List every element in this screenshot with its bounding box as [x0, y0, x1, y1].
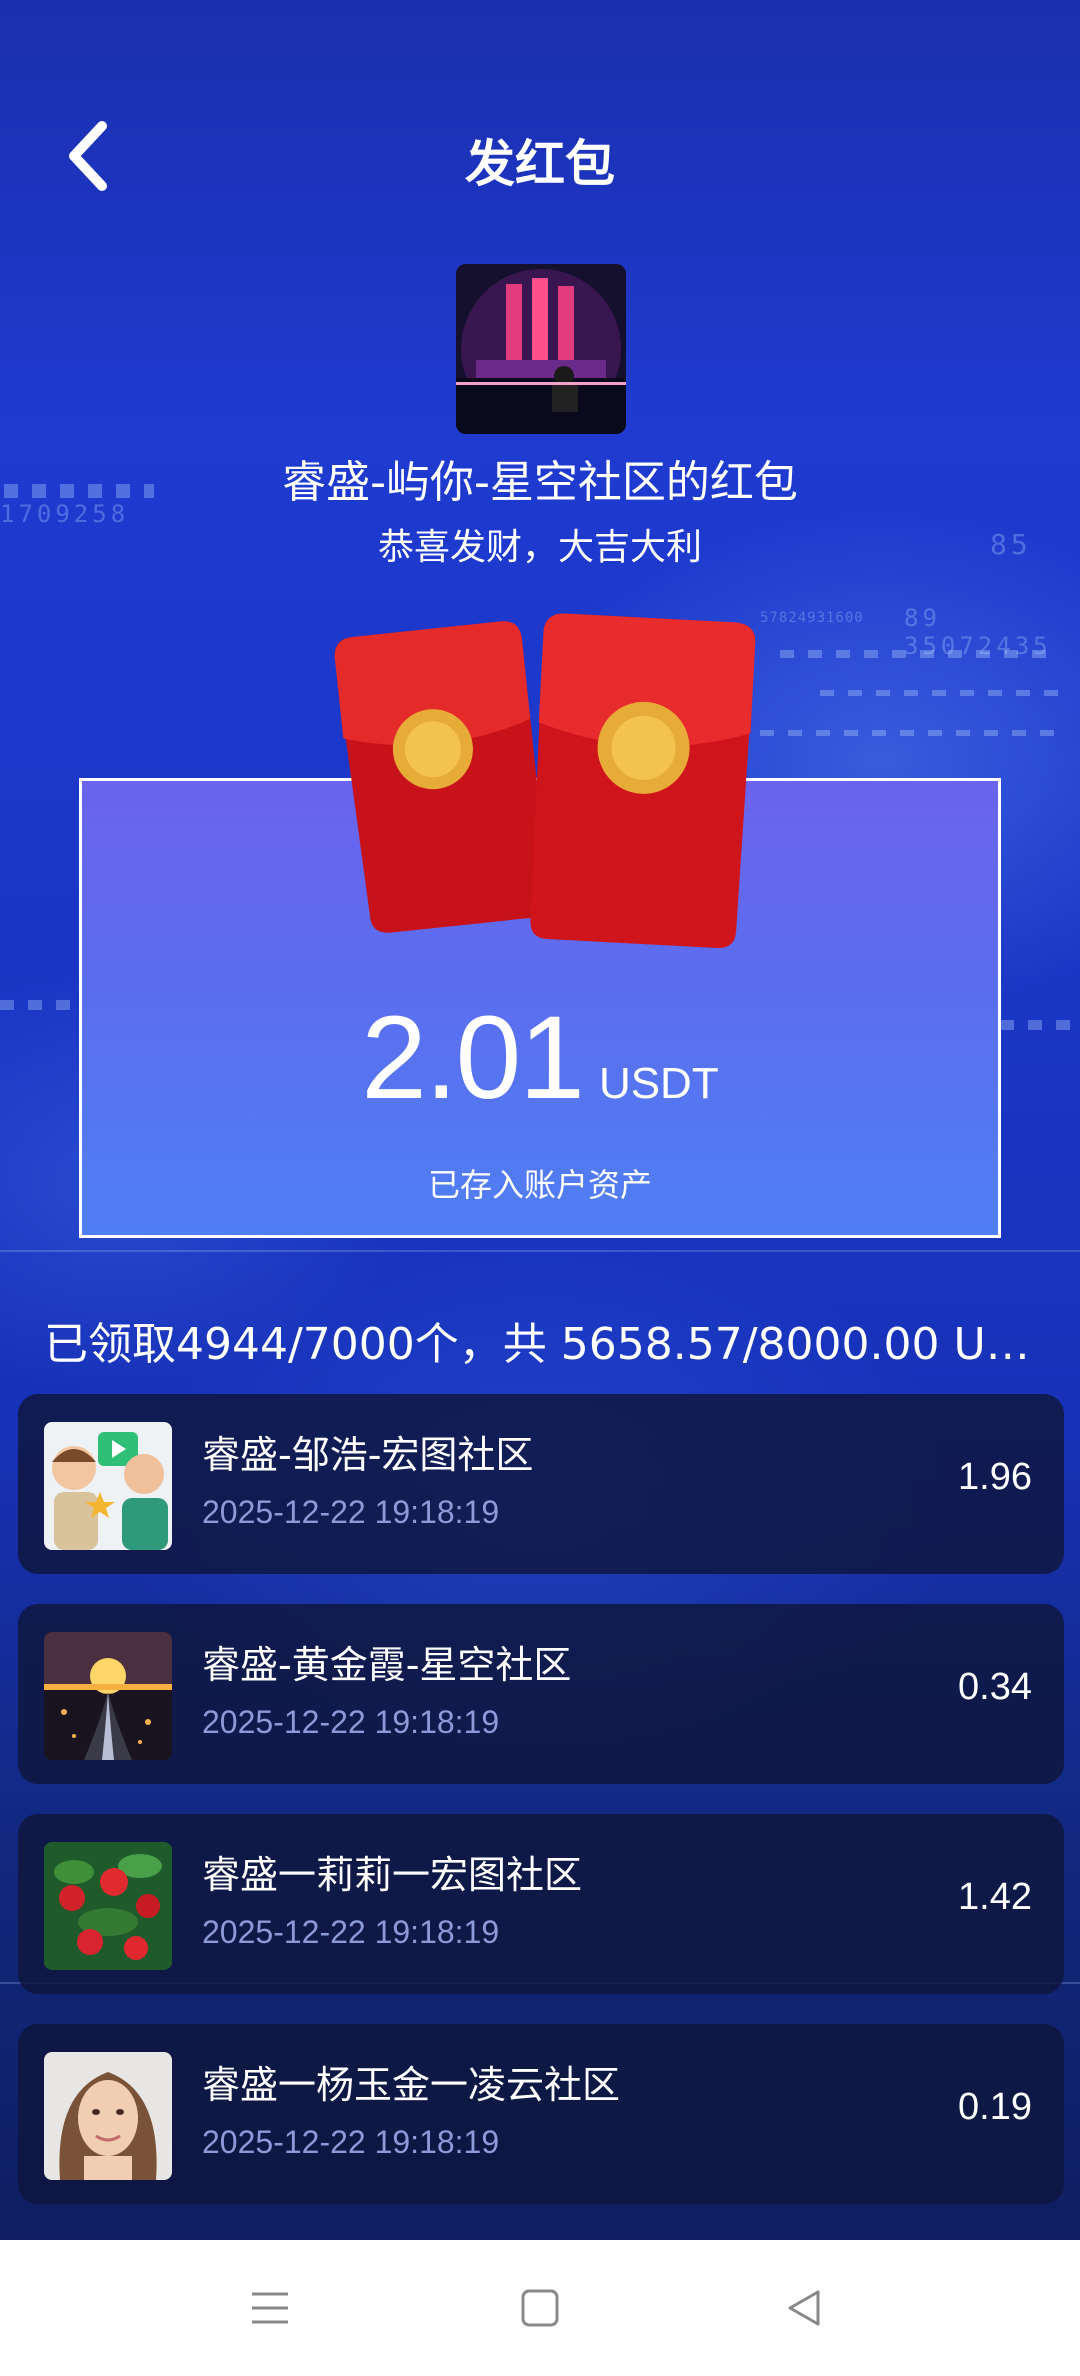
amount-unit: USDT: [598, 1059, 719, 1108]
system-navigation-bar: [0, 2240, 1080, 2376]
background-dots: [820, 690, 1060, 696]
amount-display: 2.01 USDT: [0, 990, 1080, 1126]
claimer-name: 睿盛一杨玉金一凌云社区: [202, 2063, 621, 2107]
page-title: 发红包: [465, 135, 615, 193]
sender-name: 睿盛-屿你-星空社区的红包: [282, 457, 798, 508]
nav-back-button[interactable]: [764, 2268, 844, 2348]
avatar: [44, 1422, 172, 1550]
list-item: 睿盛一莉莉一宏图社区 2025-12-22 19:18:19 1.42: [18, 1814, 1064, 1994]
list-item: 睿盛-黄金霞-星空社区 2025-12-22 19:18:19 0.34: [18, 1604, 1064, 1784]
claim-list: 睿盛-邹浩-宏图社区 2025-12-22 19:18:19 1.96 睿盛-黄…: [18, 1394, 1064, 2234]
claimer-name: 睿盛一莉莉一宏图社区: [202, 1853, 583, 1897]
claim-amount: 1.96: [958, 1456, 1032, 1498]
claimer-name: 睿盛-黄金霞-星空社区: [202, 1643, 572, 1687]
blessing-text: 恭喜发财，大吉大利: [377, 527, 702, 568]
red-packet-detail-screen: 1709258 85 89 35072435 57824931600 发红包 睿…: [0, 0, 1080, 2376]
nav-home-button[interactable]: [500, 2268, 580, 2348]
claim-time: 2025-12-22 19:18:19: [202, 1914, 500, 1950]
back-triangle-icon: [788, 2290, 820, 2326]
background-digits: 57824931600: [760, 610, 864, 626]
list-item: 睿盛一杨玉金一凌云社区 2025-12-22 19:18:19 0.19: [18, 2024, 1064, 2204]
sender-avatar: [456, 264, 626, 434]
claim-amount: 1.42: [958, 1876, 1032, 1918]
claimer-name: 睿盛-邹浩-宏图社区: [202, 1433, 534, 1477]
background-dots: [780, 650, 1060, 658]
claim-amount: 0.34: [958, 1666, 1032, 1708]
claim-time: 2025-12-22 19:18:19: [202, 2124, 500, 2160]
red-envelope-icon: [326, 608, 766, 958]
claim-summary: 已领取4944/7000个，共 5658.57/8000.00 USDT: [44, 1319, 1054, 1370]
list-item: 睿盛-邹浩-宏图社区 2025-12-22 19:18:19 1.96: [18, 1394, 1064, 1574]
menu-icon: [252, 2292, 288, 2324]
nav-menu-button[interactable]: [230, 2268, 310, 2348]
amount-value: 2.01: [361, 992, 585, 1124]
avatar: [44, 1842, 172, 1970]
background-line: [0, 1250, 1080, 1252]
top-bar: 发红包: [0, 100, 1080, 220]
claim-amount: 0.19: [958, 2086, 1032, 2128]
avatar: [44, 1632, 172, 1760]
claim-time: 2025-12-22 19:18:19: [202, 1494, 500, 1530]
avatar: [44, 2052, 172, 2180]
claim-time: 2025-12-22 19:18:19: [202, 1704, 500, 1740]
home-square-icon: [521, 2289, 559, 2327]
saved-note: 已存入账户资产: [427, 1166, 652, 1204]
background-dots: [760, 730, 1060, 736]
